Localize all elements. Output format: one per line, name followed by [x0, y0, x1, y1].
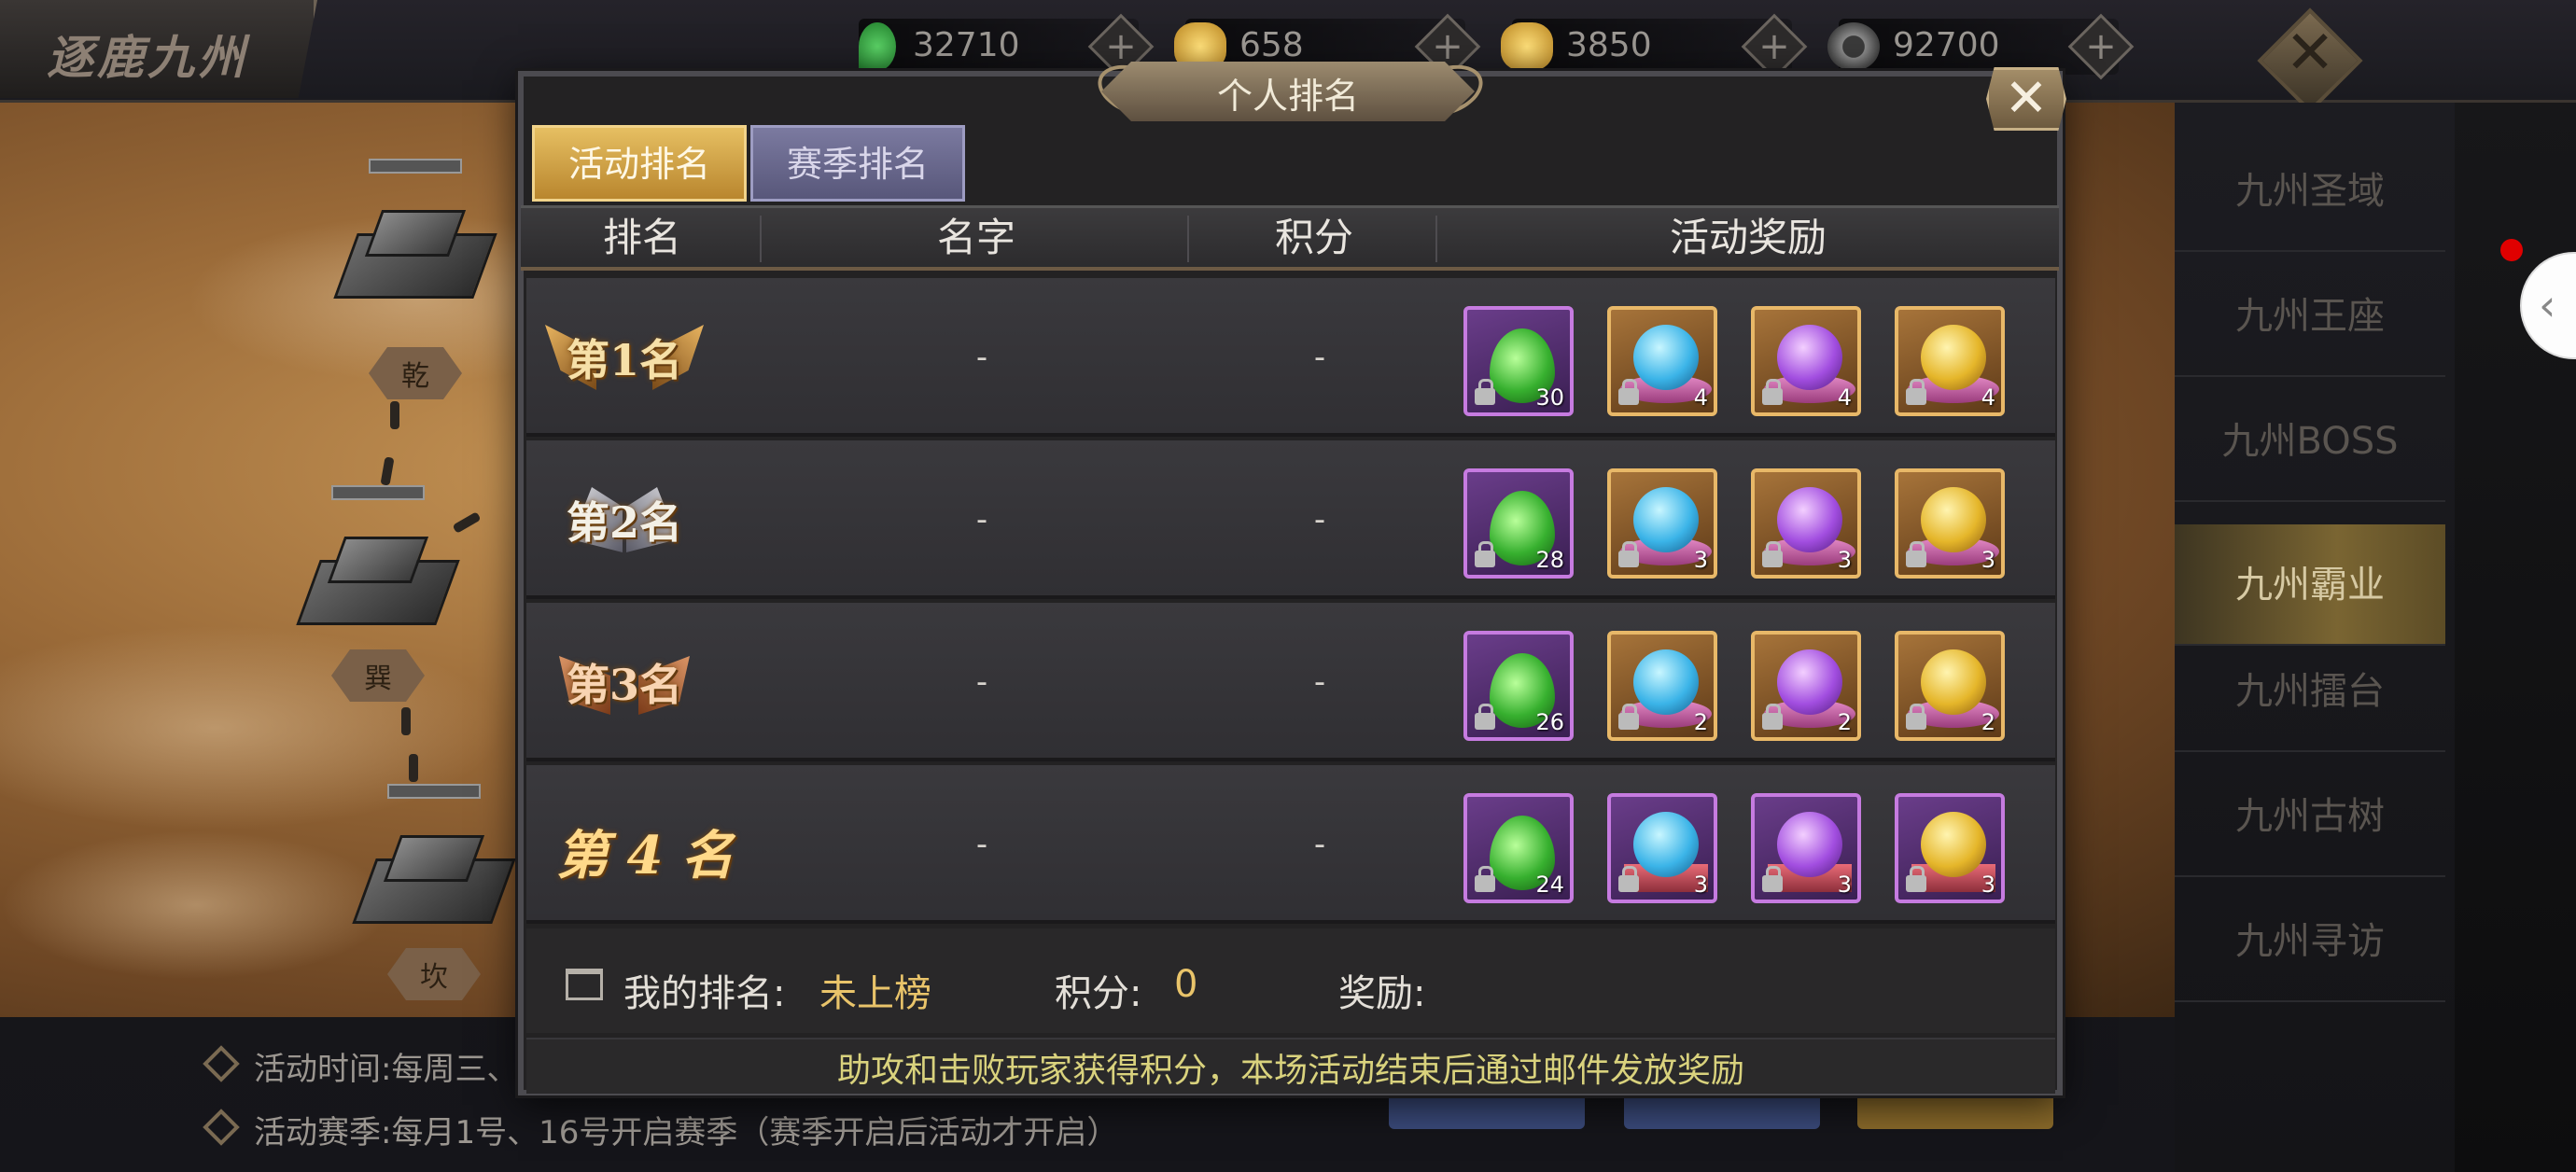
ranking-table-header: 排名 名字 积分 活动奖励: [521, 205, 2059, 271]
my-reward-label: 奖励:: [1338, 972, 1426, 1015]
lock-icon: [1618, 541, 1639, 567]
reward-item[interactable]: 3: [1751, 468, 1861, 579]
lock-icon: [1762, 866, 1783, 892]
reward-count: 2: [1837, 709, 1852, 735]
gold-orb-icon: [1921, 649, 1986, 715]
close-icon: ✕: [2004, 68, 2049, 129]
my-rank-value: 未上榜: [819, 972, 931, 1015]
rank-badge-bronze-icon: 第3名: [554, 621, 694, 743]
lock-icon: [1906, 704, 1926, 730]
table-row: 第 4 名 - - 24 3 3 3: [526, 765, 2055, 924]
dialog-close-button[interactable]: ✕: [1986, 67, 2066, 131]
tab-activity-ranking[interactable]: 活动排名: [532, 125, 747, 202]
purple-orb-icon: [1777, 325, 1842, 390]
tab-season-ranking[interactable]: 赛季排名: [750, 125, 965, 202]
reward-item[interactable]: 28: [1463, 468, 1574, 579]
lock-icon: [1762, 704, 1783, 730]
purple-orb-icon: [1777, 487, 1842, 552]
dialog-title: 个人排名: [1216, 76, 1359, 117]
player-name: -: [975, 339, 988, 376]
lock-icon: [1906, 541, 1926, 567]
table-row: 第3名 - - 26 2 2 2: [526, 603, 2055, 761]
reward-item[interactable]: 3: [1751, 793, 1861, 903]
reward-item[interactable]: 3: [1895, 468, 2005, 579]
lock-icon: [1762, 541, 1783, 567]
blue-orb-icon: [1633, 649, 1699, 715]
player-name: -: [975, 826, 988, 863]
reward-count: 26: [1535, 709, 1564, 735]
lock-icon: [1762, 379, 1783, 405]
reward-count: 28: [1535, 547, 1564, 573]
lock-icon: [1618, 866, 1639, 892]
column-header-rank: 排名: [602, 215, 681, 260]
lock-icon: [1906, 379, 1926, 405]
blue-orb-box-icon: [1633, 812, 1699, 877]
column-header-rewards: 活动奖励: [1669, 215, 1827, 260]
rank-badge-silver-icon: 第2名: [554, 459, 694, 580]
reward-item[interactable]: 4: [1895, 306, 2005, 416]
gold-orb-box-icon: [1921, 812, 1986, 877]
table-row: 第2名 - - 28 3 3 3: [526, 440, 2055, 599]
reward-count: 3: [1693, 872, 1708, 898]
reward-item[interactable]: 3: [1607, 793, 1717, 903]
lock-icon: [1475, 541, 1495, 567]
reward-item[interactable]: 24: [1463, 793, 1574, 903]
reward-count: 24: [1535, 872, 1564, 898]
reward-item[interactable]: 2: [1607, 631, 1717, 741]
column-header-name: 名字: [936, 215, 1015, 260]
player-score: -: [1313, 501, 1326, 538]
purple-orb-box-icon: [1777, 812, 1842, 877]
reward-item[interactable]: 2: [1751, 631, 1861, 741]
my-score-value: 0: [1174, 963, 1198, 1006]
gold-orb-icon: [1921, 325, 1986, 390]
column-header-score: 积分: [1274, 215, 1353, 260]
lock-icon: [1475, 866, 1495, 892]
reward-count: 2: [1693, 709, 1708, 735]
blue-orb-icon: [1633, 325, 1699, 390]
table-row: 第1名 - - 30 4 4 4: [526, 278, 2055, 437]
player-score: -: [1313, 663, 1326, 701]
reward-count: 30: [1535, 384, 1564, 411]
reward-count: 4: [1981, 384, 1995, 411]
tip-text: 助攻和击败玩家获得积分，本场活动结束后通过邮件发放奖励: [836, 1052, 1744, 1090]
reward-count: 3: [1981, 547, 1995, 573]
gate-icon: [566, 969, 603, 1000]
player-score: -: [1313, 339, 1326, 376]
reward-item[interactable]: 30: [1463, 306, 1574, 416]
player-name: -: [975, 663, 988, 701]
reward-count: 3: [1837, 547, 1852, 573]
reward-count: 3: [1981, 872, 1995, 898]
reward-count: 4: [1837, 384, 1852, 411]
lock-icon: [1906, 866, 1926, 892]
lock-icon: [1475, 704, 1495, 730]
reward-item[interactable]: 4: [1751, 306, 1861, 416]
reward-count: 2: [1981, 709, 1995, 735]
lock-icon: [1618, 704, 1639, 730]
reward-count: 3: [1837, 872, 1852, 898]
gold-orb-icon: [1921, 487, 1986, 552]
rank-label: 第1名: [566, 335, 682, 385]
rank-label: 第3名: [566, 660, 682, 710]
reward-item[interactable]: 4: [1607, 306, 1717, 416]
my-rank-label: 我的排名:: [623, 972, 786, 1015]
rank-label: 第2名: [566, 497, 682, 548]
lock-icon: [1475, 379, 1495, 405]
my-score-label: 积分:: [1055, 972, 1142, 1015]
reward-item[interactable]: 26: [1463, 631, 1574, 741]
player-name: -: [975, 501, 988, 538]
player-score: -: [1313, 826, 1326, 863]
reward-count: 4: [1693, 384, 1708, 411]
reward-count: 3: [1693, 547, 1708, 573]
game-screen: 乾 巽 坎 逐鹿九州 32710 + 658 + 3850 + 92700 + …: [0, 0, 2576, 1172]
lock-icon: [1618, 379, 1639, 405]
rank-badge-gold-icon: 第1名: [545, 297, 704, 418]
blue-orb-icon: [1633, 487, 1699, 552]
purple-orb-icon: [1777, 649, 1842, 715]
reward-item[interactable]: 2: [1895, 631, 2005, 741]
reward-item[interactable]: 3: [1895, 793, 2005, 903]
reward-item[interactable]: 3: [1607, 468, 1717, 579]
rank-label: 第 4 名: [556, 825, 734, 886]
